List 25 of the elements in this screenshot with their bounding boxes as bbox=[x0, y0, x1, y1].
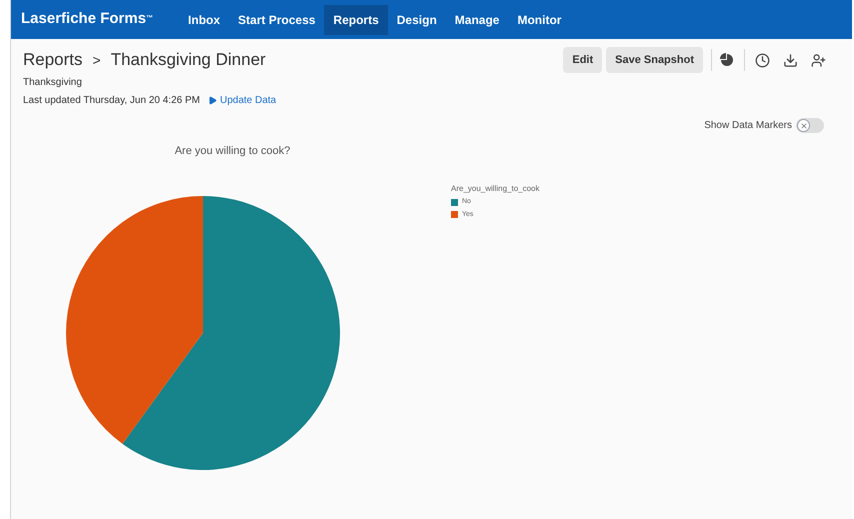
page-title: Thanksgiving Dinner bbox=[110, 49, 266, 72]
nav-tab[interactable]: Inbox bbox=[179, 4, 230, 34]
download-icon[interactable] bbox=[783, 52, 798, 68]
nav-tab[interactable]: Design bbox=[388, 4, 446, 34]
legend-title: Are_you_willing_to_cook bbox=[451, 183, 540, 195]
edit-button[interactable]: Edit bbox=[563, 47, 602, 73]
report-subtitle: Thanksgiving bbox=[22, 76, 83, 90]
data-markers-label: Show Data Markers bbox=[704, 119, 792, 133]
chart-title: Are you willing to cook? bbox=[174, 144, 290, 159]
clock-icon[interactable] bbox=[755, 52, 770, 68]
nav-tab[interactable]: Start Process bbox=[229, 4, 324, 34]
pie-chart-icon[interactable] bbox=[720, 53, 734, 67]
nav-tab[interactable]: Reports bbox=[324, 4, 388, 34]
update-data-link[interactable]: Update Data bbox=[208, 93, 276, 108]
play-icon bbox=[208, 96, 217, 105]
save-snapshot-button[interactable]: Save Snapshot bbox=[606, 47, 703, 73]
close-icon bbox=[800, 122, 808, 130]
breadcrumb-separator: > bbox=[92, 50, 101, 70]
app-logo[interactable]: Laserfiche Forms$^{™}$ bbox=[21, 8, 154, 31]
add-user-icon[interactable] bbox=[811, 52, 826, 68]
breadcrumb-link[interactable]: Reports bbox=[23, 47, 83, 73]
nav-tab[interactable]: Manage bbox=[446, 4, 508, 34]
data-markers-toggle[interactable] bbox=[796, 118, 824, 133]
nav-tab[interactable]: Monitor bbox=[508, 4, 570, 34]
last-updated-text: Last updated Thursday, Jun 20 4:26 PM bbox=[23, 94, 200, 108]
